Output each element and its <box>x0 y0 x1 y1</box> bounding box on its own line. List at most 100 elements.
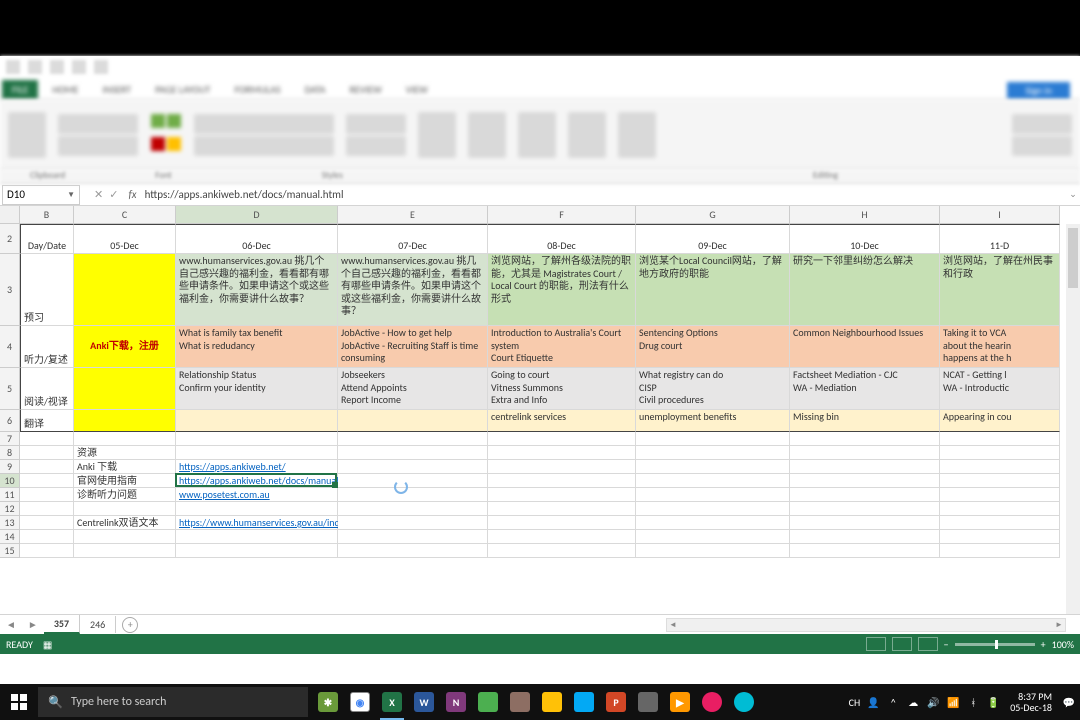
col-header-G[interactable]: G <box>636 206 790 224</box>
start-button[interactable] <box>0 684 38 720</box>
cell[interactable]: https://apps.ankiweb.net/ <box>176 460 338 474</box>
cell[interactable] <box>176 502 338 516</box>
row-header-6[interactable]: 6 <box>0 410 20 432</box>
cell[interactable] <box>940 544 1060 558</box>
cell[interactable] <box>790 488 940 502</box>
cell[interactable] <box>636 530 790 544</box>
cell[interactable]: 08-Dec <box>488 224 636 254</box>
cell[interactable]: Factsheet Mediation - CJC WA - Mediation <box>790 368 940 410</box>
cell[interactable]: 07-Dec <box>338 224 488 254</box>
cell[interactable] <box>790 502 940 516</box>
cell[interactable]: www.humanservices.gov.au 挑几个自己感兴趣的福利金，看看… <box>176 254 338 326</box>
cell[interactable] <box>488 432 636 446</box>
cell[interactable] <box>176 432 338 446</box>
cell[interactable]: Taking it to VCA about the hearin happen… <box>940 326 1060 368</box>
cell[interactable] <box>488 544 636 558</box>
cell[interactable] <box>636 432 790 446</box>
cell[interactable] <box>636 474 790 488</box>
task-app-grey[interactable] <box>632 684 664 720</box>
cell[interactable] <box>940 460 1060 474</box>
col-header-H[interactable]: H <box>790 206 940 224</box>
tab-view[interactable]: VIEW <box>396 80 438 99</box>
cell[interactable]: 研究一下邻里纠纷怎么解决 <box>790 254 940 326</box>
tab-data[interactable]: DATA <box>295 80 336 99</box>
cell[interactable] <box>488 502 636 516</box>
tray-icon-1[interactable]: 👤 <box>866 696 880 709</box>
cell[interactable] <box>74 410 176 432</box>
task-word[interactable]: W <box>408 684 440 720</box>
row-header-15[interactable]: 15 <box>0 544 20 558</box>
cell[interactable] <box>20 516 74 530</box>
cell[interactable] <box>940 502 1060 516</box>
cell[interactable] <box>636 460 790 474</box>
cell[interactable] <box>338 502 488 516</box>
cell[interactable] <box>74 368 176 410</box>
row-header-13[interactable]: 13 <box>0 516 20 530</box>
cell[interactable]: 浏览网站，了解州各级法院的职能，尤其是 Magistrates Court / … <box>488 254 636 326</box>
cell[interactable]: Common Neighbourhood Issues <box>790 326 940 368</box>
tray-cloud-icon[interactable]: ☁ <box>906 696 920 709</box>
task-app-blue[interactable] <box>568 684 600 720</box>
taskbar-search[interactable]: 🔍 Type here to search <box>38 687 308 717</box>
row-header-9[interactable]: 9 <box>0 460 20 474</box>
notifications-icon[interactable]: 💬 <box>1062 696 1076 709</box>
cell[interactable]: 预习 <box>20 254 74 326</box>
zoom-out-button[interactable]: − <box>944 638 949 651</box>
cell[interactable]: What registry can do CISP Civil procedur… <box>636 368 790 410</box>
cell[interactable] <box>488 446 636 460</box>
tab-file[interactable]: FILE <box>2 80 38 99</box>
cell[interactable]: Sentencing Options Drug court <box>636 326 790 368</box>
cancel-icon[interactable]: ✕ <box>94 188 103 201</box>
cell[interactable] <box>790 544 940 558</box>
sheet-tab-other[interactable]: 246 <box>80 616 116 633</box>
cell[interactable] <box>20 502 74 516</box>
cell[interactable]: Anki下载，注册 <box>74 326 176 368</box>
cell[interactable] <box>940 474 1060 488</box>
cell[interactable]: 翻译 <box>20 410 74 432</box>
tab-insert[interactable]: INSERT <box>93 80 142 99</box>
cell[interactable]: 浏览某个Local Council网站，了解地方政府的职能 <box>636 254 790 326</box>
cell[interactable] <box>338 516 488 530</box>
cell[interactable] <box>176 446 338 460</box>
select-all-triangle[interactable] <box>0 206 20 224</box>
cell[interactable] <box>488 474 636 488</box>
tab-pagelayout[interactable]: PAGE LAYOUT <box>145 80 220 99</box>
cell[interactable] <box>176 544 338 558</box>
row-header-5[interactable]: 5 <box>0 368 20 410</box>
col-header-E[interactable]: E <box>338 206 488 224</box>
cell[interactable] <box>338 544 488 558</box>
cell[interactable] <box>338 460 488 474</box>
cell[interactable]: Relationship Status Confirm your identit… <box>176 368 338 410</box>
cell[interactable] <box>488 530 636 544</box>
zoom-slider[interactable] <box>955 643 1035 646</box>
sheet-tab-active[interactable]: 357 <box>44 615 80 634</box>
cell[interactable] <box>176 530 338 544</box>
task-app-teal[interactable] <box>728 684 760 720</box>
cell[interactable] <box>790 474 940 488</box>
view-normal-button[interactable] <box>866 637 886 651</box>
task-chrome[interactable]: ◉ <box>344 684 376 720</box>
chevron-down-icon[interactable]: ▼ <box>67 190 75 200</box>
row-header-11[interactable]: 11 <box>0 488 20 502</box>
formula-input[interactable] <box>141 186 1066 203</box>
cell[interactable] <box>74 254 176 326</box>
cell[interactable]: 资源 <box>74 446 176 460</box>
task-powerpoint[interactable]: P <box>600 684 632 720</box>
cell[interactable]: What is family tax benefit What is redud… <box>176 326 338 368</box>
cell[interactable] <box>74 432 176 446</box>
row-header-2[interactable]: 2 <box>0 224 20 254</box>
cell[interactable] <box>636 446 790 460</box>
cell[interactable]: Centrelink双语文本 <box>74 516 176 530</box>
sheet-nav-prev[interactable]: ◄ <box>0 618 22 631</box>
vertical-scrollbar[interactable] <box>1066 224 1080 614</box>
cell[interactable] <box>338 530 488 544</box>
task-onenote[interactable]: N <box>440 684 472 720</box>
expand-formula-icon[interactable]: ⌄ <box>1066 189 1080 200</box>
task-app-orange[interactable]: ▶ <box>664 684 696 720</box>
horizontal-scrollbar[interactable]: ◄► <box>666 618 1066 632</box>
tab-home[interactable]: HOME <box>42 80 88 99</box>
cell[interactable]: 浏览网站，了解在州民事和行政 <box>940 254 1060 326</box>
row-header-12[interactable]: 12 <box>0 502 20 516</box>
cell[interactable]: 06-Dec <box>176 224 338 254</box>
row-header-8[interactable]: 8 <box>0 446 20 460</box>
